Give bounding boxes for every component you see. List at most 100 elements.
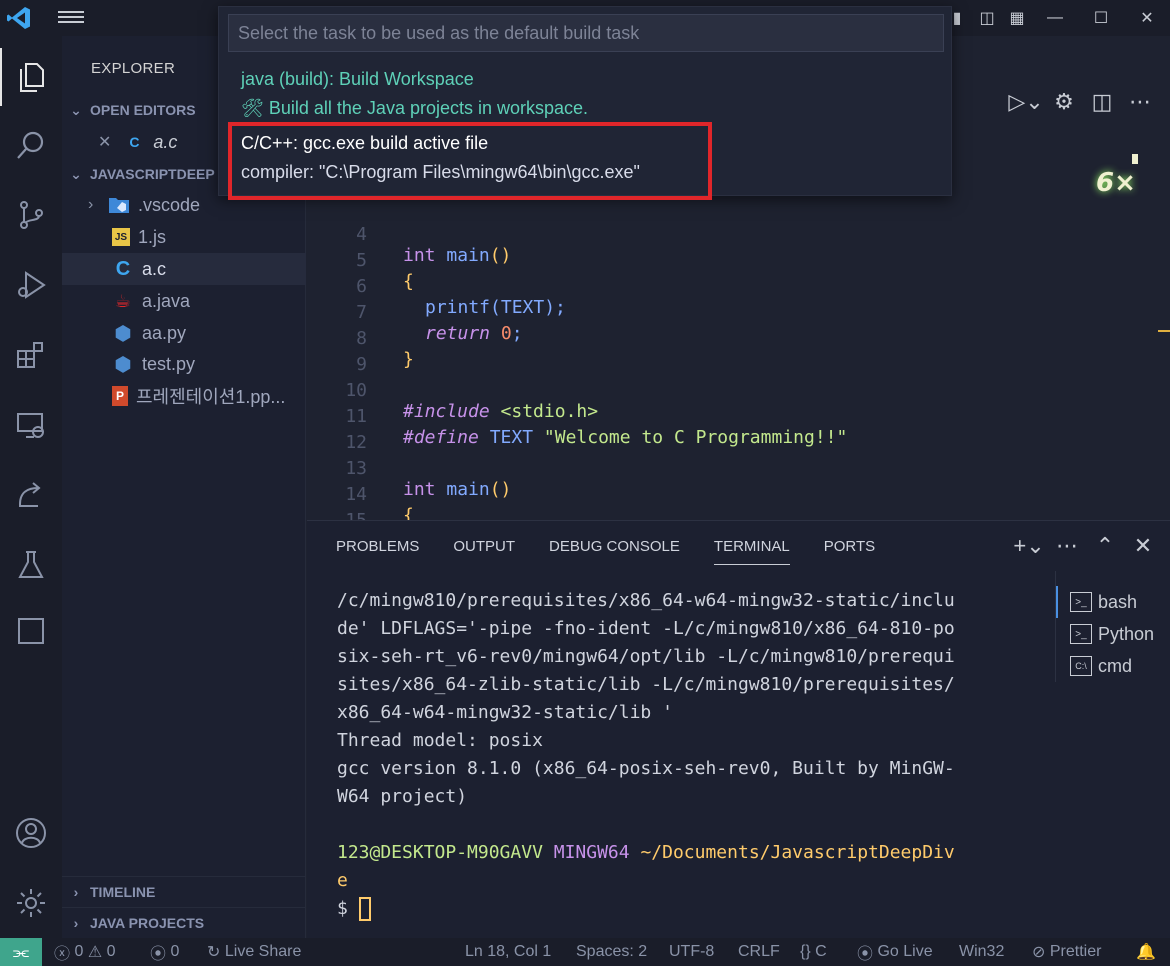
file-item-pptx[interactable]: P 프레젠테이션1.pp... [62,380,306,412]
explorer-icon[interactable] [0,48,62,106]
extensions-icon[interactable] [0,326,62,384]
bottom-panel: PROBLEMS OUTPUT DEBUG CONSOLE TERMINAL P… [307,520,1170,938]
close-window-button[interactable]: ✕ [1124,0,1170,36]
live-share-status[interactable]: ↻ Live Share [207,938,301,966]
code-line: 13 int main() [345,458,512,500]
prettier-icon: ⊘ [1032,944,1046,961]
indentation-status[interactable]: Spaces: 2 [576,938,647,966]
split-editor-icon[interactable]: ◫ [1086,86,1118,118]
error-icon: ⓧ [54,946,71,963]
tab-problems[interactable]: PROBLEMS [307,521,436,571]
python-file-icon: ⬢ [114,322,132,345]
chevron-down-icon: ⌄ [70,165,82,182]
prompt-path: ~/Documents/JavascriptDeepDiv [640,842,955,863]
menu-icon[interactable] [58,8,84,28]
tab-debug-console[interactable]: DEBUG CONSOLE [532,521,697,571]
file-label: 프레젠테이션1.pp... [136,387,286,407]
prettier-status[interactable]: ⊘ Prettier [1032,938,1101,966]
code-line: 12 [345,432,367,453]
customize-layout-icon[interactable]: ▦ [1002,0,1032,36]
account-icon[interactable] [0,804,62,862]
panel-tabs: PROBLEMS OUTPUT DEBUG CONSOLE TERMINAL P… [307,521,892,571]
braces-icon: {} [800,943,811,960]
settings-gear-icon[interactable]: ⚙ [1048,86,1080,118]
code-line: 6 printf(TEXT); [356,276,566,318]
run-debug-icon[interactable] [0,256,62,314]
quick-pick-input[interactable]: Select the task to be used as the defaul… [228,14,944,52]
sidebar-title: EXPLORER [91,60,176,77]
file-item-test-py[interactable]: ⬢ test.py [62,348,306,380]
quick-pick-item-java-label[interactable]: java (build): Build Workspace [241,69,474,90]
platform-status[interactable]: Win32 [959,938,1004,966]
terminal-icon: >_ [1070,624,1092,644]
python-file-icon: ⬢ [114,353,132,376]
quick-pick-item-java-detail[interactable]: 🛠 Build all the Java projects in workspa… [241,98,588,119]
code-line: 9 [356,354,367,375]
search-icon[interactable] [0,116,62,174]
java-projects-label: JAVA PROJECTS [90,914,205,931]
terminal-item-cmd[interactable]: C:\ cmd [1056,650,1170,682]
file-item-js[interactable]: JS 1.js [62,221,306,253]
java-projects-section[interactable]: › JAVA PROJECTS [62,907,306,937]
ports-status[interactable]: ⦿ 0 [150,938,179,966]
go-live-status[interactable]: ⦿ Go Live [857,938,933,966]
file-label: a.c [142,258,167,279]
scrollbar-marker [1158,330,1170,332]
tab-output[interactable]: OUTPUT [436,521,532,571]
code-line: 8 } [356,328,414,370]
toggle-sidebar-icon[interactable]: ◫ [972,0,1002,36]
close-icon[interactable]: ✕ [98,132,111,152]
warning-icon: ⚠ [87,944,103,961]
problems-status[interactable]: ⓧ 0 ⚠ 0 [54,938,116,966]
file-item-aa-py[interactable]: ⬢ aa.py [62,317,306,349]
prompt-user: 123@DESKTOP-M90GAVV [337,842,543,863]
close-panel-icon[interactable]: ✕ [1128,529,1158,563]
file-item-java[interactable]: ☕ a.java [62,285,306,317]
settings-gear-icon[interactable] [0,874,62,932]
terminal-output[interactable]: /c/mingw810/prerequisites/x86_64-w64-min… [337,587,1027,923]
js-file-icon: JS [112,228,130,246]
remote-explorer-icon[interactable] [0,396,62,454]
tab-ports[interactable]: PORTS [807,521,892,571]
live-share-icon[interactable] [0,466,62,524]
code-line: 7 return 0; [356,302,523,344]
chevron-right-icon: › [73,883,79,900]
terminal-item-python[interactable]: >_ Python [1056,618,1170,650]
minimize-button[interactable]: — [1032,0,1078,36]
zoom-badge: 6× [1096,168,1136,198]
new-terminal-icon[interactable]: +⌄ [1013,529,1044,563]
container-icon[interactable] [0,602,62,660]
activity-bar [0,36,62,938]
code-editor[interactable]: 4 int main() 5 { 6 printf(TEXT); 7 retur… [307,200,1170,520]
project-label: JAVASCRIPTDEEP [90,166,215,182]
highlight-box [228,122,712,200]
file-label: aa.py [142,322,187,343]
notifications-bell-icon[interactable]: 🔔 [1136,938,1156,966]
cursor-position[interactable]: Ln 18, Col 1 [465,938,551,966]
terminal-item-bash[interactable]: >_ bash [1056,586,1170,618]
code-line: 5 { [356,250,414,292]
more-actions-icon[interactable]: ⋯ [1124,86,1156,118]
remote-indicator-icon[interactable]: ⫘ [0,938,42,966]
eol-status[interactable]: CRLF [738,938,780,966]
code-line: 15 printf(TEXT); [307,489,1170,520]
c-file-icon: C [129,134,140,150]
more-actions-icon[interactable]: ⋯ [1052,529,1082,563]
maximize-panel-icon[interactable]: ⌃ [1090,529,1120,563]
timeline-label: TIMELINE [90,883,156,900]
testing-icon[interactable] [0,536,62,594]
open-editor-label: a.c [153,131,178,152]
file-item-c[interactable]: C a.c [62,253,306,285]
code-line: 4 int main() [356,224,512,266]
encoding-status[interactable]: UTF-8 [669,938,714,966]
source-control-icon[interactable] [0,186,62,244]
maximize-button[interactable]: ☐ [1078,0,1124,36]
tools-icon: 🛠 [241,98,264,118]
chevron-right-icon: › [73,914,79,931]
tab-terminal[interactable]: TERMINAL [697,521,807,571]
timeline-section[interactable]: › TIMELINE [62,876,306,906]
cmd-icon: C:\ [1070,656,1092,676]
run-icon[interactable]: ▷⌄ [1008,86,1043,118]
language-status[interactable]: {} C [800,938,827,966]
status-bar: ⫘ ⓧ 0 ⚠ 0 ⦿ 0 ↻ Live Share Ln 18, Col 1 … [0,938,1170,966]
